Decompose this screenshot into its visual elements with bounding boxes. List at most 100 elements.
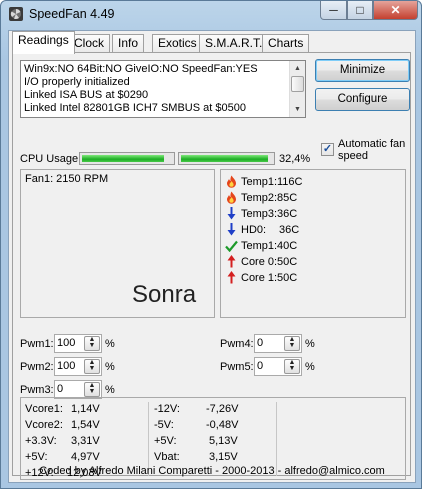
temp-row: Temp1: 116C	[225, 174, 302, 189]
automatic-fan-speed-label: Automatic fan speed	[338, 138, 406, 162]
voltage-value: -0,48V	[206, 419, 239, 431]
temp-value: 36C	[277, 207, 298, 220]
voltage-label: Vcore2:	[25, 419, 63, 431]
arrow-up-icon	[225, 271, 238, 284]
minimize-button[interactable]: Minimize	[315, 59, 410, 82]
temp-label: Temp1:	[241, 175, 278, 188]
window-title: SpeedFan 4.49	[29, 7, 115, 21]
temp-row: Core 1: 50C	[225, 270, 297, 285]
temp-value: 116C	[277, 175, 303, 188]
temp-row: Temp1: 40C	[225, 238, 297, 253]
pwm5-value[interactable]: 0	[257, 360, 263, 372]
spin-arrows-icon[interactable]: ▲ ▼	[84, 336, 100, 351]
pwm1-unit: %	[105, 338, 115, 350]
temp-label: Temp1:	[241, 239, 278, 252]
voltage-value: 1,14V	[71, 403, 100, 415]
temp-label: Temp2:	[241, 191, 278, 204]
voltage-label: Vcore1:	[25, 403, 63, 415]
pwm2-value[interactable]: 100	[57, 360, 75, 372]
pwm3-unit: %	[105, 384, 115, 396]
tab-exotics[interactable]: Exotics	[152, 34, 203, 53]
scroll-down-icon[interactable]: ▼	[290, 102, 305, 117]
pwm1-spinner[interactable]: 100 ▲ ▼	[54, 334, 102, 353]
window-maximize-button[interactable]: □	[347, 1, 373, 20]
temp-label: Core 0:	[241, 255, 278, 268]
log-line: Linked ISA BUS at $0290	[24, 89, 149, 101]
voltage-value: 3,31V	[71, 435, 100, 447]
temp-value: 40C	[277, 239, 298, 252]
pwm4-value[interactable]: 0	[257, 337, 263, 349]
flame-icon	[225, 175, 238, 188]
arrow-up-icon	[225, 255, 238, 268]
window-close-button[interactable]: ✕	[373, 1, 418, 20]
pwm1-label: Pwm1:	[20, 338, 54, 350]
temp-row: Temp3: 36C	[225, 206, 297, 221]
arrow-down-icon	[225, 223, 238, 236]
fan1-speed: Fan1: 2150 RPM	[25, 173, 109, 185]
temp-row: Temp2: 85C	[225, 190, 297, 205]
voltage-label: Vbat:	[154, 451, 180, 463]
temp-row: HD0: 36C	[225, 222, 299, 237]
spin-arrows-icon[interactable]: ▲ ▼	[84, 359, 100, 374]
log-line: Win9x:NO 64Bit:NO GiveIO:NO SpeedFan:YES	[24, 63, 258, 75]
sonra-overlay-text: Sonra	[132, 281, 197, 308]
pwm4-spinner[interactable]: 0 ▲ ▼	[254, 334, 302, 353]
temp-row: Core 0: 50C	[225, 254, 297, 269]
voltage-label: +3.3V:	[25, 435, 57, 447]
tab-info[interactable]: Info	[112, 34, 145, 53]
spin-arrows-icon[interactable]: ▲ ▼	[284, 336, 300, 351]
flame-icon	[225, 191, 238, 204]
cpu-usage-bar-2	[178, 152, 275, 165]
log-scrollbar[interactable]: ▲ ▼	[289, 61, 305, 117]
spin-arrows-icon[interactable]: ▲ ▼	[84, 382, 100, 397]
cpu-usage-bar-2-fill	[181, 155, 269, 162]
scroll-thumb[interactable]	[291, 76, 304, 92]
cpu-usage-percent: 32,4%	[279, 153, 311, 165]
temp-value: 36C	[279, 223, 300, 236]
tab-charts[interactable]: Charts	[262, 34, 310, 53]
voltage-value: 3,15V	[209, 451, 238, 463]
temp-label: Temp3:	[241, 207, 278, 220]
voltage-label: -5V:	[154, 419, 174, 431]
automatic-fan-speed-checkbox[interactable]: ✓	[321, 143, 334, 156]
configure-button[interactable]: Configure	[315, 88, 410, 111]
cpu-usage-bar-1-fill	[82, 155, 165, 162]
pwm3-value[interactable]: 0	[57, 383, 63, 395]
temp-label: Core 1:	[241, 271, 278, 284]
voltage-label: +5V:	[25, 451, 48, 463]
pwm2-label: Pwm2:	[20, 361, 54, 373]
temp-value: 85C	[277, 191, 298, 204]
pwm1-value[interactable]: 100	[57, 337, 75, 349]
scroll-up-icon[interactable]: ▲	[290, 61, 305, 76]
pwm5-spinner[interactable]: 0 ▲ ▼	[254, 357, 302, 376]
arrow-down-icon	[225, 207, 238, 220]
temp-value: 50C	[277, 271, 298, 284]
status-bar: Coded by Alfredo Milani Comparetti - 200…	[39, 465, 385, 477]
spin-arrows-icon[interactable]: ▲ ▼	[284, 359, 300, 374]
pwm3-label: Pwm3:	[20, 384, 54, 396]
voltage-label: -12V:	[154, 403, 180, 415]
pwm4-unit: %	[305, 338, 315, 350]
cpu-usage-bar-1	[79, 152, 175, 165]
temp-value: 50C	[277, 255, 298, 268]
voltage-label: +5V:	[154, 435, 177, 447]
window-minimize-button[interactable]: ─	[320, 1, 347, 20]
cpu-usage-label: CPU Usage	[20, 153, 79, 165]
speedfan-app-icon	[9, 7, 23, 21]
tab-readings[interactable]: Readings	[12, 31, 75, 54]
pwm4-label: Pwm4:	[220, 338, 254, 350]
tab-smart[interactable]: S.M.A.R.T.	[199, 34, 269, 53]
voltage-value: 4,97V	[71, 451, 100, 463]
fan-speeds-box: Fan1: 2150 RPM Sonra	[20, 169, 215, 318]
voltage-value: -7,26V	[206, 403, 239, 415]
pwm5-label: Pwm5:	[220, 361, 254, 373]
log-listbox[interactable]: Win9x:NO 64Bit:NO GiveIO:NO SpeedFan:YES…	[20, 60, 306, 118]
log-line: I/O properly initialized	[24, 76, 130, 88]
pwm2-spinner[interactable]: 100 ▲ ▼	[54, 357, 102, 376]
temperatures-box: Temp1: 116C Temp2: 85C Temp3: 36C HD0: 3…	[220, 169, 406, 318]
checkmark-icon	[225, 239, 238, 252]
log-line: Linked Intel 82801GB ICH7 SMBUS at $0500	[24, 102, 246, 114]
voltage-value: 5,13V	[209, 435, 238, 447]
pwm5-unit: %	[305, 361, 315, 373]
readings-panel: Win9x:NO 64Bit:NO GiveIO:NO SpeedFan:YES…	[12, 52, 411, 480]
